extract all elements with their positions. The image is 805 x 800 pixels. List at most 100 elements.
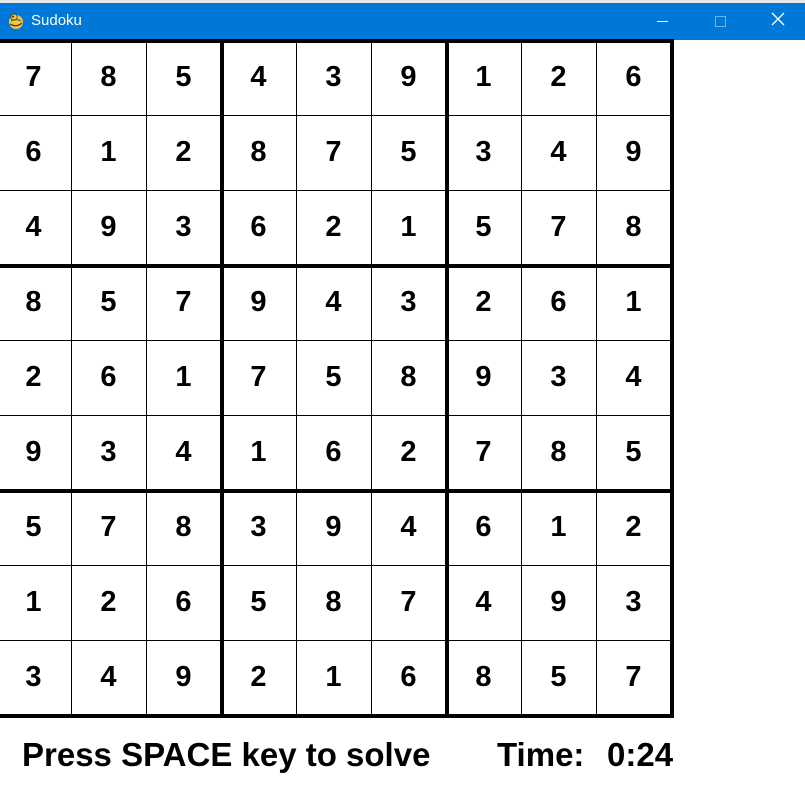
- sudoku-cell[interactable]: 4: [0, 190, 71, 265]
- sudoku-cell[interactable]: 6: [0, 115, 71, 190]
- sudoku-cell[interactable]: 7: [446, 415, 521, 490]
- sudoku-cell[interactable]: 3: [146, 190, 221, 265]
- sudoku-cell[interactable]: 4: [221, 40, 296, 115]
- sudoku-cell[interactable]: 6: [221, 190, 296, 265]
- sudoku-board[interactable]: 7854391266128753494936215788579432612617…: [0, 39, 675, 718]
- sudoku-cell[interactable]: 9: [146, 640, 221, 715]
- sudoku-cell[interactable]: 8: [596, 190, 671, 265]
- sudoku-cell[interactable]: 1: [521, 490, 596, 565]
- sudoku-cell[interactable]: 7: [521, 190, 596, 265]
- sudoku-cell[interactable]: 5: [371, 115, 446, 190]
- sudoku-cell[interactable]: 7: [221, 340, 296, 415]
- sudoku-cell[interactable]: 9: [596, 115, 671, 190]
- sudoku-cell[interactable]: 2: [446, 265, 521, 340]
- sudoku-cell[interactable]: 5: [146, 40, 221, 115]
- sudoku-cell[interactable]: 5: [0, 490, 71, 565]
- sudoku-cell[interactable]: 7: [146, 265, 221, 340]
- sudoku-cell[interactable]: 6: [146, 565, 221, 640]
- sudoku-cell[interactable]: 2: [71, 565, 146, 640]
- sudoku-cell[interactable]: 3: [71, 415, 146, 490]
- sudoku-cell[interactable]: 8: [446, 640, 521, 715]
- sudoku-cell[interactable]: 4: [371, 490, 446, 565]
- sudoku-cell[interactable]: 1: [221, 415, 296, 490]
- sudoku-cell[interactable]: 1: [71, 115, 146, 190]
- close-button[interactable]: [755, 3, 801, 40]
- sudoku-cell[interactable]: 6: [371, 640, 446, 715]
- sudoku-cell[interactable]: 1: [296, 640, 371, 715]
- sudoku-cell[interactable]: 5: [521, 640, 596, 715]
- sudoku-cell[interactable]: 3: [371, 265, 446, 340]
- grid-line-thick: [670, 40, 674, 718]
- sudoku-cell[interactable]: 9: [221, 265, 296, 340]
- grid-line-thick: [0, 714, 674, 718]
- sudoku-cell[interactable]: 6: [446, 490, 521, 565]
- sudoku-cell[interactable]: 3: [521, 340, 596, 415]
- sudoku-cell[interactable]: 7: [296, 115, 371, 190]
- sudoku-cell[interactable]: 2: [0, 340, 71, 415]
- sudoku-cell[interactable]: 1: [596, 265, 671, 340]
- grid-line: [0, 190, 674, 191]
- sudoku-cell[interactable]: 6: [521, 265, 596, 340]
- sudoku-cell[interactable]: 2: [596, 490, 671, 565]
- sudoku-cell[interactable]: 1: [0, 565, 71, 640]
- sudoku-cell[interactable]: 9: [296, 490, 371, 565]
- sudoku-cell[interactable]: 4: [446, 565, 521, 640]
- grid-line: [0, 640, 674, 641]
- sudoku-cell[interactable]: 4: [71, 640, 146, 715]
- sudoku-cell[interactable]: 8: [221, 115, 296, 190]
- sudoku-cell[interactable]: 2: [221, 640, 296, 715]
- sudoku-cell[interactable]: 5: [596, 415, 671, 490]
- sudoku-cell[interactable]: 3: [446, 115, 521, 190]
- sudoku-cell[interactable]: 1: [146, 340, 221, 415]
- sudoku-cell[interactable]: 7: [596, 640, 671, 715]
- sudoku-cell[interactable]: 9: [371, 40, 446, 115]
- sudoku-cell[interactable]: 7: [0, 40, 71, 115]
- sudoku-cell[interactable]: 4: [521, 115, 596, 190]
- sudoku-cell[interactable]: 5: [221, 565, 296, 640]
- sudoku-cell[interactable]: 6: [596, 40, 671, 115]
- sudoku-cell[interactable]: 8: [146, 490, 221, 565]
- sudoku-cell[interactable]: 2: [371, 415, 446, 490]
- sudoku-cell[interactable]: 8: [71, 40, 146, 115]
- grid-line: [0, 415, 674, 416]
- sudoku-cell[interactable]: 3: [596, 565, 671, 640]
- sudoku-cell[interactable]: 7: [371, 565, 446, 640]
- sudoku-cell[interactable]: 2: [521, 40, 596, 115]
- sudoku-cell[interactable]: 9: [0, 415, 71, 490]
- sudoku-cell[interactable]: 2: [146, 115, 221, 190]
- grid-line: [596, 40, 597, 718]
- sudoku-cell[interactable]: 6: [296, 415, 371, 490]
- grid-line: [296, 40, 297, 718]
- sudoku-cell[interactable]: 8: [521, 415, 596, 490]
- sudoku-cell[interactable]: 8: [0, 265, 71, 340]
- grid-line: [0, 115, 674, 116]
- maximize-button[interactable]: [697, 3, 743, 40]
- close-icon: [771, 12, 785, 31]
- sudoku-cell[interactable]: 9: [71, 190, 146, 265]
- sudoku-cell[interactable]: 2: [296, 190, 371, 265]
- sudoku-cell[interactable]: 3: [221, 490, 296, 565]
- sudoku-cell[interactable]: 7: [71, 490, 146, 565]
- sudoku-cell[interactable]: 5: [446, 190, 521, 265]
- sudoku-cell[interactable]: 5: [296, 340, 371, 415]
- sudoku-cell[interactable]: 8: [296, 565, 371, 640]
- minimize-button[interactable]: [639, 3, 685, 40]
- sudoku-cell[interactable]: 3: [0, 640, 71, 715]
- sudoku-cell[interactable]: 1: [371, 190, 446, 265]
- grid-line-thick: [0, 489, 674, 493]
- sudoku-cell[interactable]: 6: [71, 340, 146, 415]
- timer-label: Time:: [497, 736, 585, 773]
- sudoku-cell[interactable]: 4: [146, 415, 221, 490]
- window-titlebar[interactable]: Sudoku: [0, 3, 805, 40]
- sudoku-cell[interactable]: 9: [521, 565, 596, 640]
- sudoku-cell[interactable]: 8: [371, 340, 446, 415]
- sudoku-cell[interactable]: 1: [446, 40, 521, 115]
- sudoku-cell[interactable]: 3: [296, 40, 371, 115]
- grid-line: [371, 40, 372, 718]
- game-canvas[interactable]: 7854391266128753494936215788579432612617…: [0, 39, 805, 800]
- sudoku-cell[interactable]: 4: [596, 340, 671, 415]
- sudoku-cell[interactable]: 4: [296, 265, 371, 340]
- sudoku-cell[interactable]: 9: [446, 340, 521, 415]
- sudoku-cell[interactable]: 5: [71, 265, 146, 340]
- window-title: Sudoku: [31, 12, 82, 29]
